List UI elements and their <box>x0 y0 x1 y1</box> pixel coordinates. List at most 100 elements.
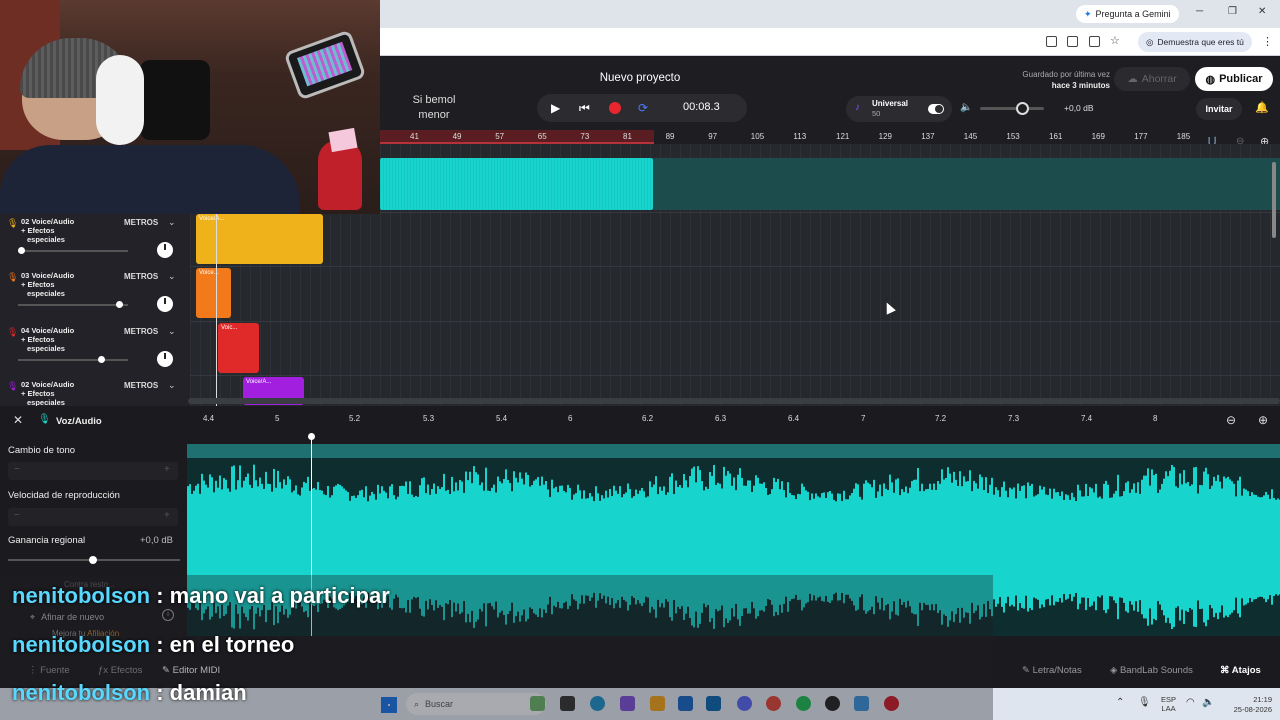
track-volume-knob[interactable] <box>18 247 25 254</box>
bell-icon[interactable]: 🔔 <box>1255 101 1269 114</box>
waveform-bar <box>1043 486 1045 608</box>
waveform-bar <box>1123 491 1125 603</box>
vertical-scrollbar[interactable] <box>1272 162 1276 238</box>
record-icon[interactable] <box>609 102 621 114</box>
chevron-down-icon[interactable]: ⌄ <box>168 380 176 391</box>
volume-tray-icon[interactable]: 🔈 <box>1202 697 1214 708</box>
audio-clip[interactable]: Voic... <box>218 323 259 373</box>
waveform-bar <box>1155 473 1157 621</box>
track-volume-slider[interactable] <box>18 356 128 363</box>
track-header[interactable]: 🎙 04 Voice/Audio + Efectos especiales ME… <box>0 323 190 377</box>
speaker-icon[interactable]: 🔈 <box>960 102 972 113</box>
track-effects[interactable]: + Efectos <box>21 280 55 289</box>
track-effects[interactable]: + Efectos <box>21 226 55 235</box>
tab-shortcuts[interactable]: ⌘ Atajos <box>1220 665 1261 676</box>
universal-metronome[interactable]: ♪ Universal 50 <box>846 96 952 122</box>
wifi-icon[interactable]: ◠ <box>1186 697 1195 708</box>
taskbar-clock[interactable]: 21:19 25-08-2026 <box>1222 695 1272 715</box>
track-effects-2[interactable]: especiales <box>27 235 65 244</box>
ruler-tick-label: 73 <box>580 132 590 141</box>
reader-icon[interactable] <box>1046 36 1057 47</box>
track-effects-2[interactable]: especiales <box>27 344 65 353</box>
gemini-button[interactable]: ✦ Pregunta a Gemini <box>1076 5 1179 23</box>
audio-clip[interactable]: Voice... <box>196 268 231 318</box>
extension-icon[interactable] <box>1089 36 1100 47</box>
pan-knob[interactable] <box>157 242 173 258</box>
waveform-bar <box>1015 498 1017 596</box>
waveform-bar <box>1057 492 1059 602</box>
pan-knob[interactable] <box>157 296 173 312</box>
mic-tray-icon[interactable]: 🎙 <box>1138 697 1151 708</box>
editor-ruler-tick-label: 7 <box>861 414 866 423</box>
waveform-bar <box>1117 474 1119 620</box>
speed-stepper[interactable]: − + <box>8 508 178 526</box>
track-effects[interactable]: + Efectos <box>21 389 55 398</box>
minimize-icon[interactable]: ─ <box>1196 6 1203 17</box>
waveform-bar <box>1187 481 1189 613</box>
loop-icon[interactable]: ⟳ <box>638 101 648 115</box>
track-effects-2[interactable]: especiales <box>27 398 65 406</box>
editor-ruler-tick-label: 5 <box>275 414 280 423</box>
close-window-icon[interactable]: ✕ <box>1258 6 1266 17</box>
master-volume-slider[interactable] <box>980 102 1044 115</box>
invite-button[interactable]: Invitar <box>1196 98 1242 120</box>
meters-button[interactable]: METROS <box>124 218 158 227</box>
play-icon[interactable]: ▶ <box>551 101 560 115</box>
track-header[interactable]: 🎙 02 Voice/Audio + Efectos especiales ME… <box>0 377 190 406</box>
zoom-out-icon[interactable]: ⊖ <box>1226 413 1236 427</box>
meters-button[interactable]: METROS <box>124 272 158 281</box>
waveform-bar <box>997 490 999 604</box>
region-bar[interactable] <box>187 444 1280 458</box>
audio-clip-tail <box>653 158 1280 210</box>
tab-lyrics[interactable]: ✎ Letra/Notas <box>1022 665 1082 676</box>
playhead[interactable] <box>216 212 217 406</box>
verify-chip[interactable]: ◎ Demuestra que eres tú <box>1138 32 1252 52</box>
gain-slider[interactable] <box>8 556 180 564</box>
horizontal-scrollbar[interactable] <box>188 398 1280 404</box>
waveform-bar <box>1033 496 1035 598</box>
save-button[interactable]: ☁ Ahorrar <box>1114 67 1190 91</box>
chevron-up-icon[interactable]: ⌃ <box>1116 697 1124 708</box>
gain-knob[interactable] <box>89 556 97 564</box>
bookmark-star-icon[interactable]: ☆ <box>1110 34 1120 47</box>
universal-toggle[interactable] <box>928 104 944 114</box>
track-effects-2[interactable]: especiales <box>27 289 65 298</box>
waveform-bar <box>1025 498 1027 596</box>
track-volume-slider[interactable] <box>18 301 128 308</box>
editor-ruler[interactable]: 4.4 5 5.2 5.3 5.4 6 6.2 6.3 6.4 7 7.2 7.3 7.4 8 ⊖ ⊕ <box>187 408 1280 434</box>
waveform-bar <box>1165 471 1167 623</box>
waveform-bar <box>1045 494 1047 600</box>
tab-bandlab-sounds[interactable]: ◈ BandLab Sounds <box>1110 665 1193 676</box>
meters-button[interactable]: METROS <box>124 327 158 336</box>
pitch-stepper[interactable]: − + <box>8 462 178 480</box>
audio-clip-main[interactable] <box>380 158 653 210</box>
key-signature[interactable]: Si bemol menor <box>404 93 464 123</box>
track-header[interactable]: 🎙 02 Voice/Audio + Efectos especiales ME… <box>0 214 190 268</box>
publish-button[interactable]: ◍ Publicar <box>1195 67 1273 91</box>
restore-icon[interactable]: ❐ <box>1228 6 1237 17</box>
track-volume-knob[interactable] <box>115 301 123 308</box>
menu-dots-icon[interactable]: ⋮ <box>1262 35 1273 48</box>
track-volume-slider[interactable] <box>18 247 128 254</box>
translate-icon[interactable] <box>1067 36 1078 47</box>
chevron-down-icon[interactable]: ⌄ <box>168 271 176 282</box>
track-header[interactable]: 🎙 03 Voice/Audio + Efectos especiales ME… <box>0 268 190 322</box>
chevron-down-icon[interactable]: ⌄ <box>168 217 176 228</box>
cam-headphones <box>96 55 144 145</box>
timeline-ruler[interactable]: 41 49 57 65 73 81 89 97 105 113 121 129 137 145 153 161… <box>380 130 1280 144</box>
skip-back-icon[interactable]: ⏮ <box>579 101 590 116</box>
chevron-down-icon[interactable]: ⌄ <box>168 326 176 337</box>
track-volume-knob[interactable] <box>98 356 106 363</box>
volume-knob[interactable] <box>1016 102 1029 115</box>
close-icon[interactable]: ✕ <box>13 413 23 427</box>
loop-region[interactable] <box>380 130 654 144</box>
track-effects[interactable]: + Efectos <box>21 335 55 344</box>
pan-knob[interactable] <box>157 351 173 367</box>
project-title[interactable]: Nuevo proyecto <box>560 72 720 84</box>
language-indicator[interactable]: ESP LAA <box>1161 695 1176 713</box>
meters-button[interactable]: METROS <box>124 381 158 390</box>
zoom-in-icon[interactable]: ⊕ <box>1258 413 1268 427</box>
editor-ruler-tick-label: 7.2 <box>935 414 947 423</box>
waveform-bar <box>1239 476 1241 618</box>
editor-playhead-handle[interactable] <box>308 433 315 440</box>
